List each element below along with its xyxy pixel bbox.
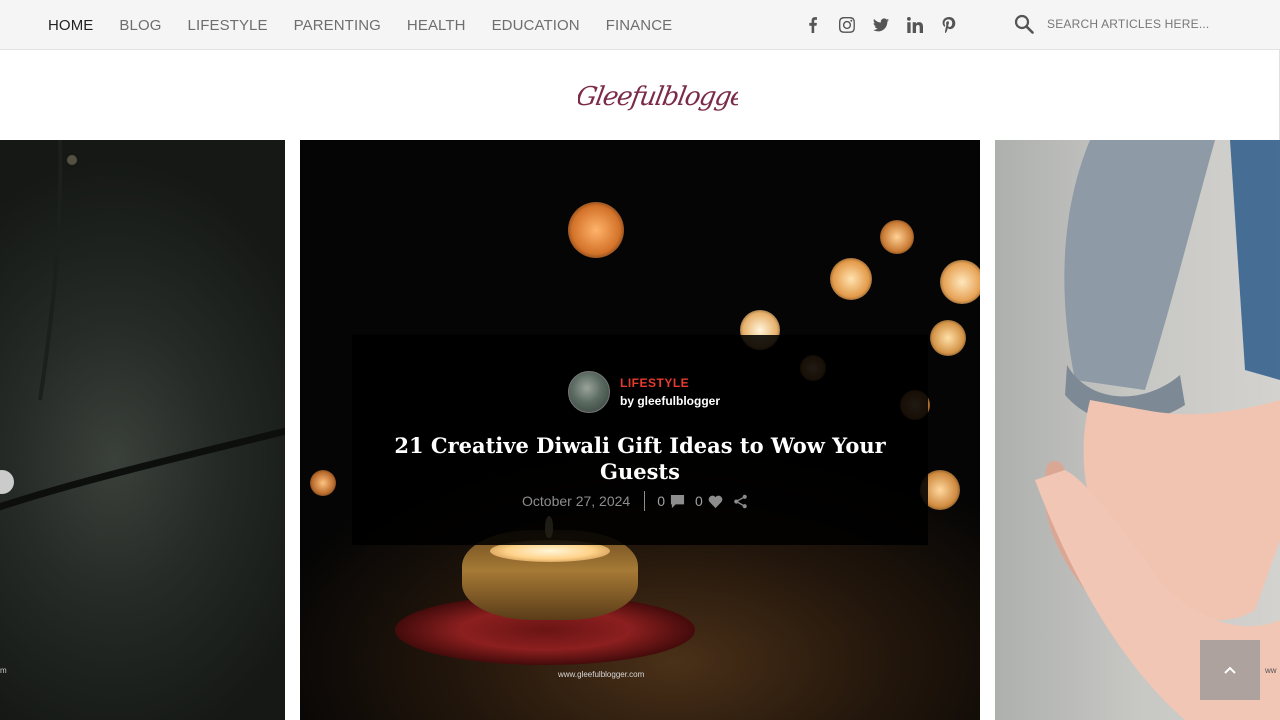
back-to-top-button[interactable] bbox=[1200, 640, 1260, 700]
search-box bbox=[1014, 14, 1247, 34]
nav-item-lifestyle[interactable]: LIFESTYLE bbox=[188, 17, 268, 34]
nav-item-finance[interactable]: FINANCE bbox=[606, 17, 673, 34]
top-navigation-bar: HOME BLOG LIFESTYLE PARENTING HEALTH EDU… bbox=[0, 0, 1280, 50]
post-author-link[interactable]: by gleefulblogger bbox=[620, 394, 720, 408]
author-avatar[interactable] bbox=[568, 371, 610, 413]
search-input[interactable] bbox=[1047, 17, 1247, 31]
main-menu: HOME BLOG LIFESTYLE PARENTING HEALTH EDU… bbox=[48, 0, 698, 50]
post-meta-bottom: October 27, 2024 0 0 bbox=[522, 491, 758, 511]
slide-watermark-right: ww bbox=[1265, 666, 1277, 675]
post-meta-text: LIFESTYLE by gleefulblogger bbox=[620, 376, 720, 408]
comment-icon[interactable] bbox=[670, 494, 685, 509]
featured-slide[interactable]: LIFESTYLE by gleefulblogger 21 Creative … bbox=[300, 140, 980, 720]
social-links bbox=[802, 14, 972, 36]
nav-item-home[interactable]: HOME bbox=[48, 17, 93, 34]
slide-next[interactable]: ww bbox=[995, 140, 1280, 720]
comment-count: 0 bbox=[657, 493, 665, 509]
search-icon[interactable] bbox=[1014, 14, 1034, 34]
pinterest-icon[interactable] bbox=[938, 14, 960, 36]
post-category-link[interactable]: LIFESTYLE bbox=[620, 376, 720, 390]
post-date: October 27, 2024 bbox=[522, 493, 631, 509]
nav-item-education[interactable]: EDUCATION bbox=[492, 17, 580, 34]
featured-post-card[interactable]: LIFESTYLE by gleefulblogger 21 Creative … bbox=[352, 335, 928, 545]
gleefulblogger-logo: Gleefulblogger bbox=[578, 82, 738, 112]
twitter-icon[interactable] bbox=[870, 14, 892, 36]
meta-divider bbox=[644, 491, 646, 511]
nav-item-parenting[interactable]: PARENTING bbox=[294, 17, 381, 34]
share-icon[interactable] bbox=[733, 494, 748, 509]
slide-watermark: m bbox=[0, 666, 7, 675]
chevron-up-icon bbox=[1224, 666, 1236, 674]
linkedin-icon[interactable] bbox=[904, 14, 926, 36]
logo-text: Gleefulblogger bbox=[578, 82, 738, 112]
slide-previous-image bbox=[0, 140, 285, 511]
heart-icon[interactable] bbox=[708, 494, 723, 509]
image-watermark: www.gleefulblogger.com bbox=[558, 670, 645, 679]
logo-band: Gleefulblogger bbox=[0, 50, 1280, 140]
nav-item-health[interactable]: HEALTH bbox=[407, 17, 466, 34]
slide-previous[interactable]: m bbox=[0, 140, 285, 720]
post-title[interactable]: 21 Creative Diwali Gift Ideas to Wow You… bbox=[392, 433, 888, 485]
nav-item-blog[interactable]: BLOG bbox=[119, 17, 161, 34]
facebook-icon[interactable] bbox=[802, 14, 824, 36]
site-logo[interactable]: Gleefulblogger bbox=[0, 50, 1280, 140]
post-meta-top: LIFESTYLE by gleefulblogger bbox=[568, 371, 720, 413]
slide-next-image bbox=[1035, 140, 1280, 720]
instagram-icon[interactable] bbox=[836, 14, 858, 36]
like-count: 0 bbox=[694, 493, 703, 509]
